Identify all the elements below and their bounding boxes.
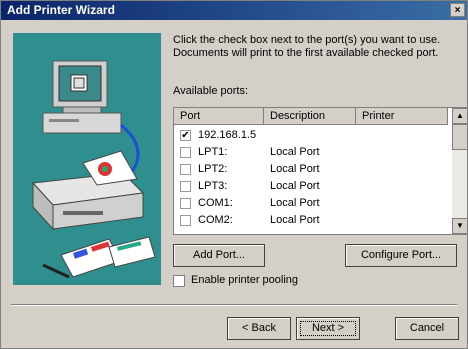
port-description: Local Port <box>270 146 320 158</box>
add-port-button[interactable]: Add Port... <box>173 244 265 267</box>
pooling-label[interactable]: Enable printer pooling <box>191 274 298 286</box>
port-checkbox[interactable]: ✔ <box>180 130 191 141</box>
ports-list[interactable]: Port Description Printer ✔ 192.168.1.5 L… <box>173 107 467 235</box>
title-bar: Add Printer Wizard × <box>1 1 467 20</box>
port-name: COM1: <box>198 197 233 209</box>
scroll-up-icon[interactable]: ▲ <box>452 108 467 124</box>
port-checkbox[interactable] <box>180 215 191 226</box>
ports-list-header: Port Description Printer <box>174 108 448 126</box>
port-name: 192.168.1.5 <box>198 129 257 141</box>
cancel-button[interactable]: Cancel <box>395 317 459 340</box>
back-button[interactable]: < Back <box>227 317 291 340</box>
scroll-down-icon[interactable]: ▼ <box>452 218 467 234</box>
port-description: Local Port <box>270 180 320 192</box>
wizard-illustration <box>13 33 161 285</box>
column-header-printer[interactable]: Printer <box>356 108 448 125</box>
port-name: LPT3: <box>198 180 228 192</box>
port-description: Local Port <box>270 214 320 226</box>
column-header-description[interactable]: Description <box>264 108 356 125</box>
port-row[interactable]: COM2: Local Port <box>174 212 448 229</box>
configure-port-button[interactable]: Configure Port... <box>345 244 457 267</box>
port-row[interactable]: ✔ 192.168.1.5 <box>174 127 448 144</box>
port-description: Local Port <box>270 197 320 209</box>
divider <box>11 304 457 306</box>
instructions-text: Click the check box next to the port(s) … <box>173 34 441 59</box>
port-checkbox[interactable] <box>180 181 191 192</box>
window-title: Add Printer Wizard <box>7 3 115 17</box>
scroll-thumb[interactable] <box>452 124 467 150</box>
port-name: COM2: <box>198 214 233 226</box>
ports-rows: ✔ 192.168.1.5 LPT1: Local Port LPT2: Loc… <box>174 127 448 229</box>
port-row[interactable]: LPT2: Local Port <box>174 161 448 178</box>
port-description: Local Port <box>270 163 320 175</box>
close-icon[interactable]: × <box>450 3 465 17</box>
port-name: LPT1: <box>198 146 228 158</box>
pooling-checkbox[interactable] <box>173 275 185 287</box>
port-checkbox[interactable] <box>180 147 191 158</box>
port-row[interactable]: COM1: Local Port <box>174 195 448 212</box>
port-checkbox[interactable] <box>180 198 191 209</box>
port-row[interactable]: LPT3: Local Port <box>174 178 448 195</box>
add-printer-wizard-dialog: Add Printer Wizard × Click the check box… <box>0 0 468 349</box>
column-header-port[interactable]: Port <box>174 108 264 125</box>
available-ports-label: Available ports: <box>173 85 249 97</box>
checkmark-icon: ✔ <box>181 130 190 141</box>
port-row[interactable]: LPT1: Local Port <box>174 144 448 161</box>
ports-scrollbar[interactable]: ▲ ▼ <box>452 108 467 234</box>
next-button[interactable]: Next > <box>296 317 360 340</box>
port-checkbox[interactable] <box>180 164 191 175</box>
port-name: LPT2: <box>198 163 228 175</box>
